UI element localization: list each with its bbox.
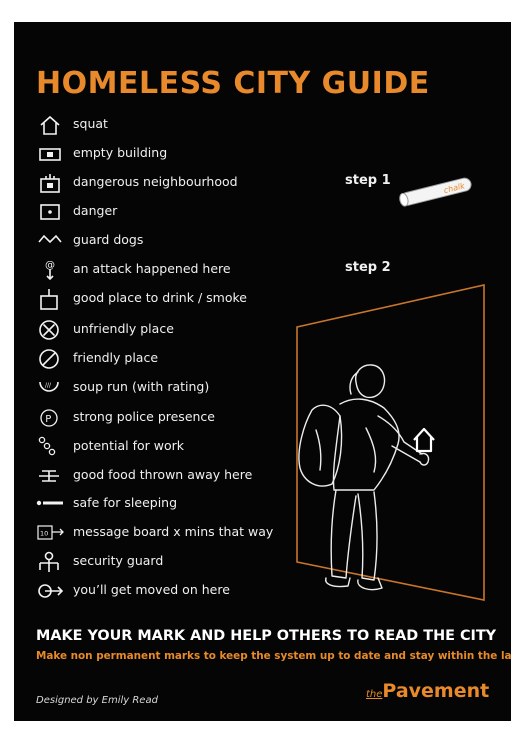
- legend-item-moved-on: you’ll get moved on here: [36, 579, 296, 603]
- drink-smoke-icon: [40, 289, 58, 310]
- subline: Make non permanent marks to keep the sys…: [36, 650, 511, 662]
- moved-on-icon: [38, 584, 64, 598]
- legend-item-unfriendly-place: unfriendly place: [36, 318, 296, 342]
- legend-item-friendly-place: friendly place: [36, 347, 296, 371]
- attack-icon: @: [45, 260, 55, 281]
- legend-label: squat: [73, 116, 108, 131]
- dangerous-neighbourhood-icon: [40, 174, 60, 193]
- person-drawing-on-wall-illustration: [296, 284, 485, 601]
- guard-dogs-icon: [38, 234, 62, 244]
- empty-building-icon: [39, 148, 61, 161]
- legend-item-squat: squat: [36, 113, 296, 137]
- legend-label: guard dogs: [73, 232, 144, 247]
- legend-label: good place to drink / smoke: [73, 290, 247, 305]
- sleeping-icon: [36, 500, 63, 506]
- brand-name: Pavement: [382, 680, 490, 702]
- legend-item-work: potential for work: [36, 435, 296, 459]
- legend-item-message-board: 10 message board x mins that way: [36, 521, 296, 545]
- legend-item-security-guard: security guard: [36, 550, 296, 574]
- legend-label: dangerous neighbourhood: [73, 174, 238, 189]
- legend-label: safe for sleeping: [73, 495, 178, 510]
- message-board-number: 10: [40, 530, 48, 538]
- circle-x-icon: [39, 320, 59, 340]
- legend-label: unfriendly place: [73, 321, 174, 336]
- legend-item-danger: danger: [36, 200, 296, 224]
- legend-item-police: P strong police presence: [36, 406, 296, 430]
- legend-label: message board x mins that way: [73, 524, 274, 539]
- legend-label: you’ll get moved on here: [73, 582, 230, 597]
- danger-icon: [40, 204, 60, 220]
- legend-label: security guard: [73, 553, 164, 568]
- circle-slash-icon: [39, 349, 59, 369]
- legend-label: potential for work: [73, 438, 184, 453]
- police-letter: P: [45, 414, 51, 425]
- legend-label: good food thrown away here: [73, 467, 253, 482]
- soup-run-icon: ///: [39, 381, 59, 392]
- security-guard-icon: [39, 551, 59, 572]
- legend-item-sleeping: safe for sleeping: [36, 492, 296, 516]
- legend-item-empty-building: empty building: [36, 142, 296, 166]
- house-icon: [40, 115, 60, 135]
- designer-credit: Designed by Emily Read: [36, 695, 158, 706]
- legend-item-drink-smoke: good place to drink / smoke: [36, 287, 296, 311]
- work-icon: [38, 436, 56, 456]
- legend-label: empty building: [73, 145, 168, 160]
- legend-label: danger: [73, 203, 118, 218]
- legend-item-attack: @ an attack happened here: [36, 258, 296, 282]
- the-pavement-logo: thePavement: [366, 680, 489, 702]
- legend-label: strong police presence: [73, 409, 215, 424]
- legend-item-dangerous-neighbourhood: dangerous neighbourhood: [36, 171, 296, 195]
- message-board-icon: 10: [37, 525, 64, 540]
- legend-item-guard-dogs: guard dogs: [36, 229, 296, 253]
- legend-item-food: good food thrown away here: [36, 464, 296, 488]
- page-title: HOMELESS CITY GUIDE: [36, 66, 430, 101]
- legend-label: an attack happened here: [73, 261, 231, 276]
- poster: HOMELESS CITY GUIDE squat empty building…: [14, 22, 511, 721]
- soup-run-rating: ///: [45, 382, 52, 389]
- food-icon: [39, 470, 59, 482]
- brand-prefix: the: [366, 689, 383, 700]
- headline: MAKE YOUR MARK AND HELP OTHERS TO READ T…: [36, 628, 497, 644]
- police-icon: P: [40, 409, 58, 427]
- legend-label: friendly place: [73, 350, 159, 365]
- legend-item-soup-run: /// soup run (with rating): [36, 376, 296, 400]
- legend-label: soup run (with rating): [73, 379, 210, 394]
